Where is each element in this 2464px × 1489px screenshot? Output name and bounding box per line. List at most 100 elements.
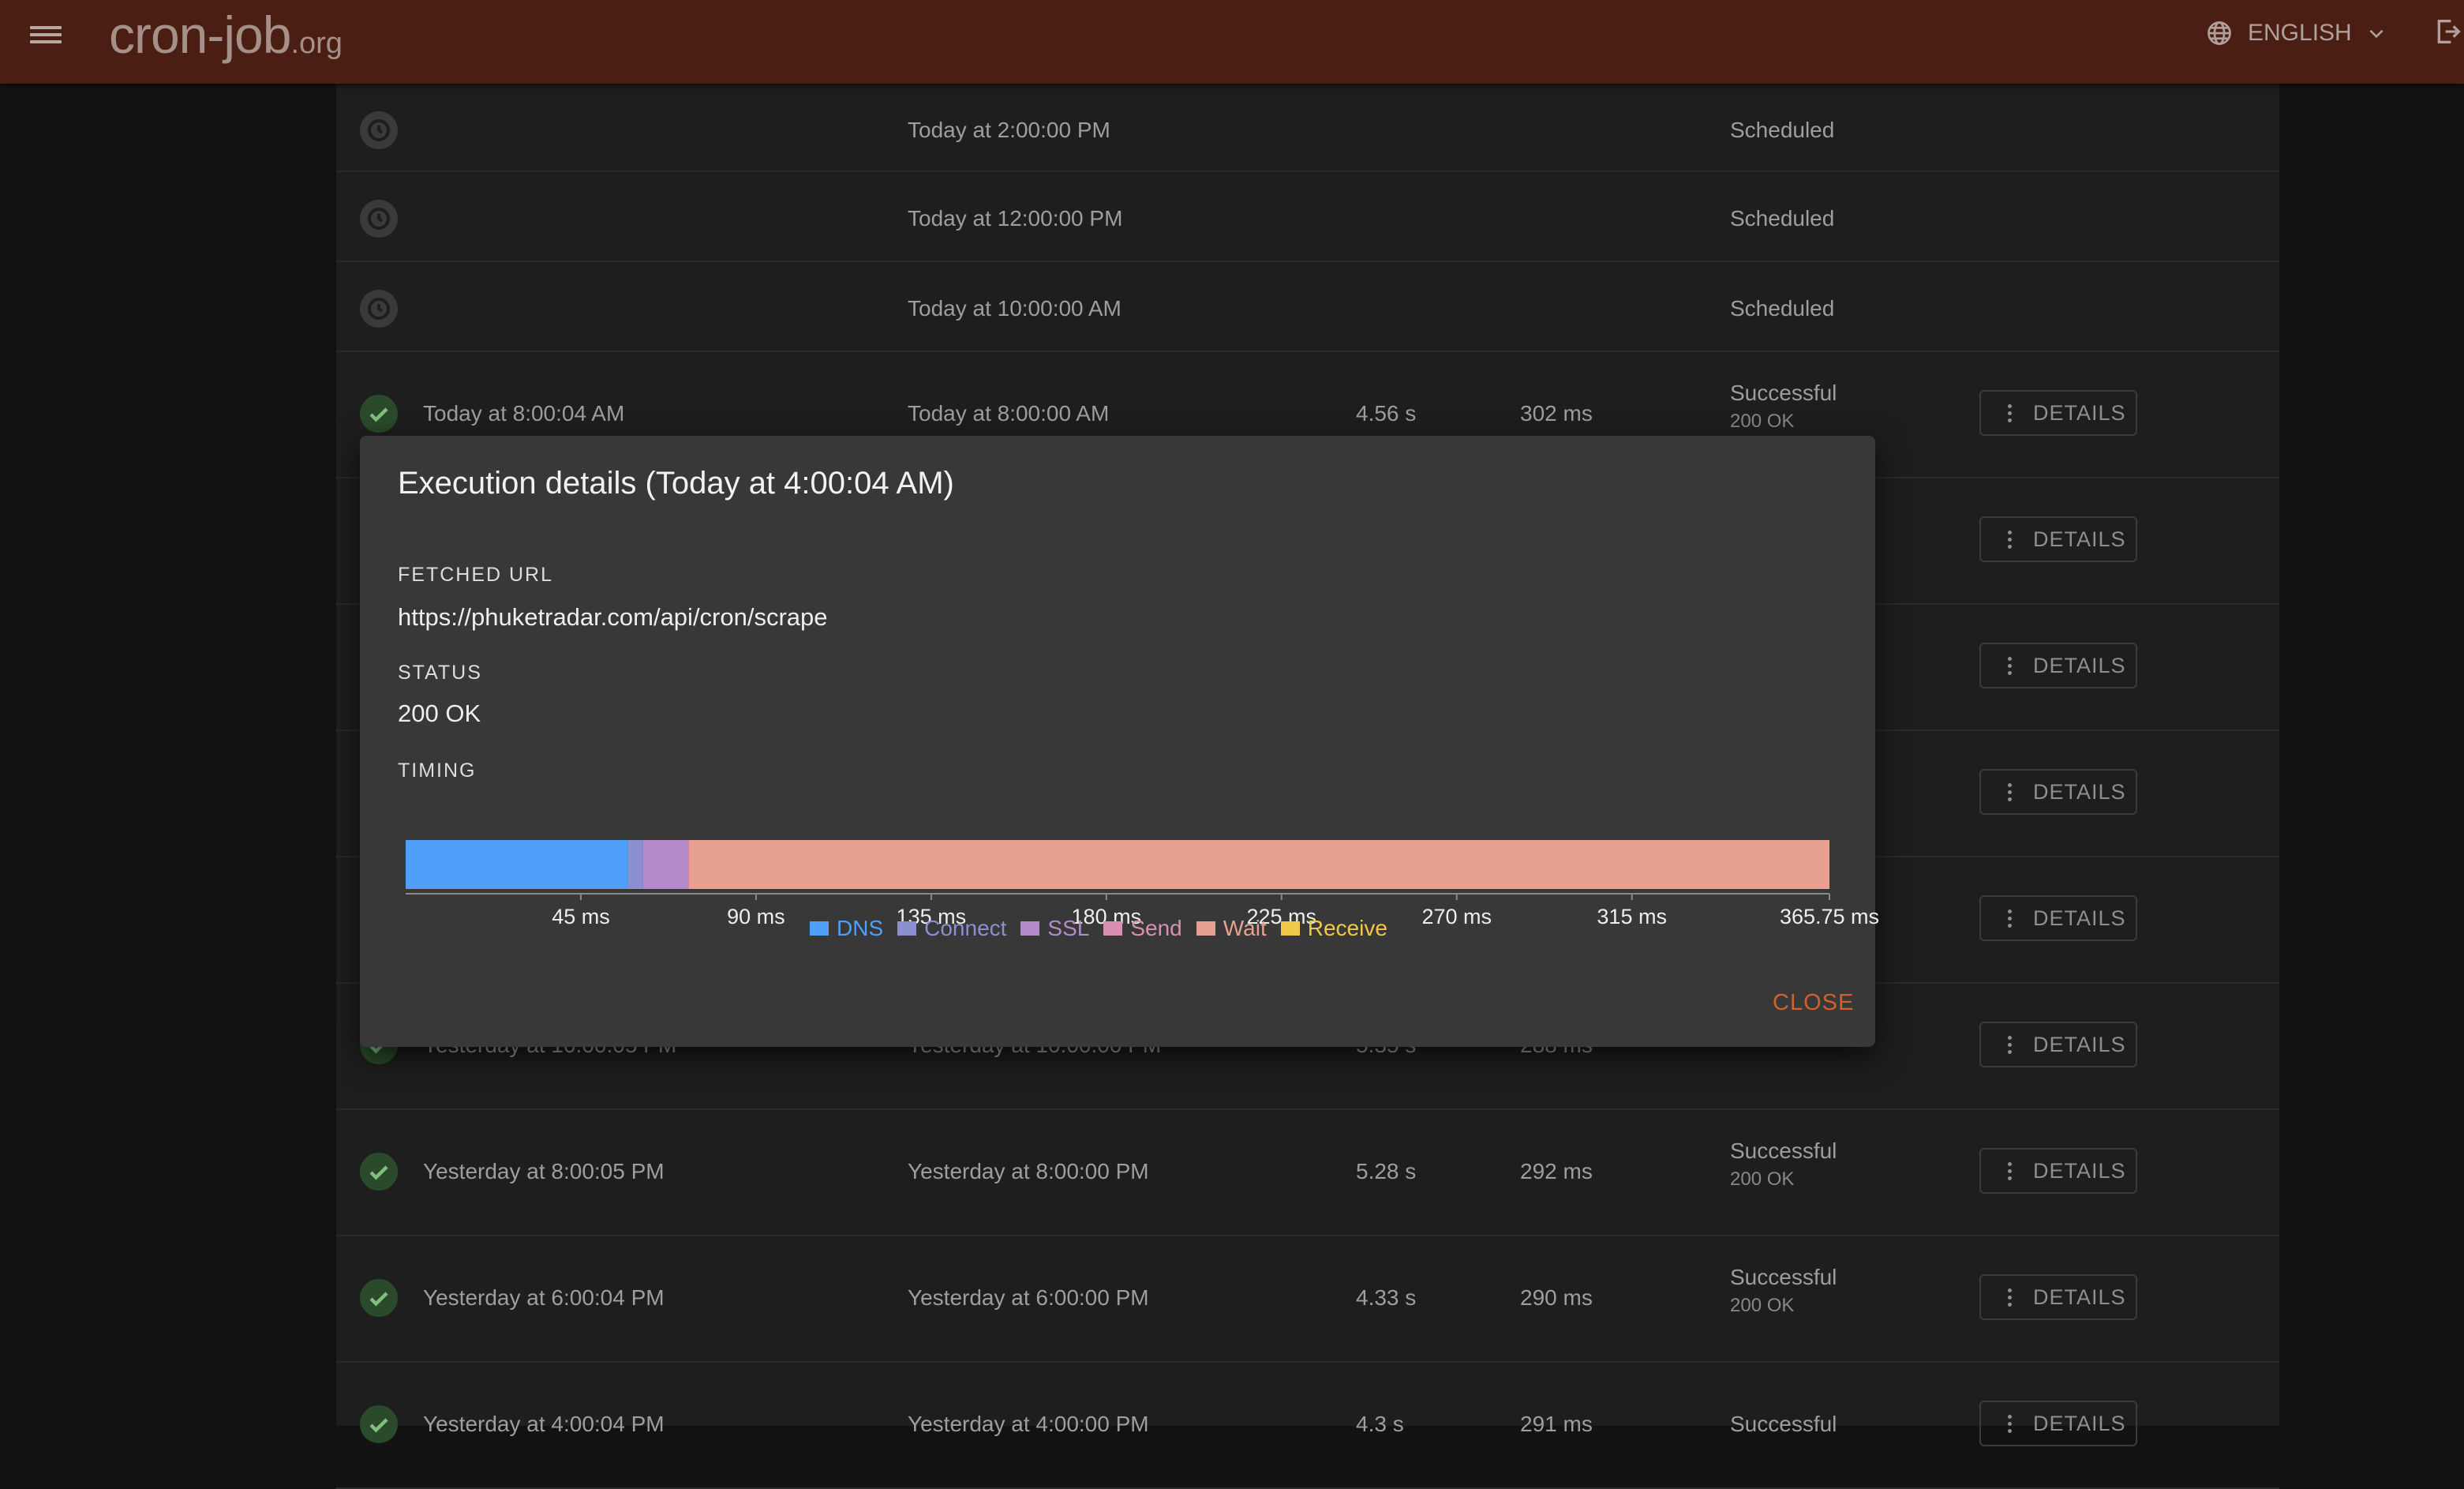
planned-time-cell: Today at 2:00:00 PM bbox=[908, 118, 1110, 142]
details-button[interactable]: DETAILS bbox=[1979, 1022, 2137, 1067]
legend-item-wait[interactable]: Wait bbox=[1196, 916, 1267, 941]
more-vert-icon bbox=[1998, 403, 2020, 424]
latency-cell: 302 ms bbox=[1520, 401, 1593, 426]
timing-tick-label: 270 ms bbox=[1421, 905, 1492, 928]
chevron-down-icon bbox=[2369, 29, 2383, 39]
details-button[interactable]: DETAILS bbox=[1979, 895, 2137, 941]
status-cell: Scheduled bbox=[1730, 118, 1834, 148]
more-vert-icon bbox=[1998, 529, 2020, 550]
legend-item-connect[interactable]: Connect bbox=[897, 916, 1006, 941]
top-app-bar: cron-job.org ENGLISH bbox=[0, 0, 2464, 84]
legend-label: SSL bbox=[1047, 916, 1090, 940]
legend-item-ssl[interactable]: SSL bbox=[1020, 916, 1089, 941]
logo-main: cron-job bbox=[109, 6, 291, 64]
legend-label: Receive bbox=[1307, 916, 1387, 940]
timing-chart: 45 ms 90 ms 135 ms 180 ms 225 ms 270 ms 315 ms… bbox=[406, 840, 1879, 928]
legend-label: Send bbox=[1130, 916, 1182, 940]
logout-icon[interactable] bbox=[2432, 16, 2464, 47]
timing-tick-label: 315 ms bbox=[1597, 905, 1667, 928]
table-row: Yesterday at 8:00:05 PM Yesterday at 8:00… bbox=[336, 1108, 2279, 1236]
details-button[interactable]: DETAILS bbox=[1979, 769, 2137, 815]
duration-cell: 4.56 s bbox=[1356, 401, 1417, 426]
planned-time-cell: Yesterday at 4:00:00 PM bbox=[908, 1412, 1149, 1436]
fetched-url-label: FETCHED URL bbox=[398, 564, 554, 586]
status-text: Scheduled bbox=[1730, 296, 1835, 321]
legend-swatch bbox=[897, 921, 917, 936]
legend-item-send[interactable]: Send bbox=[1103, 916, 1182, 941]
timing-tick-label: 365.75 ms bbox=[1780, 905, 1879, 928]
details-label: DETAILS bbox=[2033, 400, 2126, 425]
execution-details-dialog: Execution details (Today at 4:00:04 AM) … bbox=[360, 436, 1879, 1047]
details-button[interactable]: DETAILS bbox=[1979, 390, 2137, 436]
dialog-title: Execution details (Today at 4:00:04 AM) bbox=[398, 466, 954, 501]
actual-time-cell: Yesterday at 6:00:04 PM bbox=[423, 1285, 665, 1310]
timing-tick-label: 90 ms bbox=[727, 905, 785, 928]
language-selector[interactable]: ENGLISH bbox=[2205, 16, 2387, 51]
details-label: DETAILS bbox=[2033, 906, 2126, 930]
details-label: DETAILS bbox=[2033, 653, 2126, 677]
details-button[interactable]: DETAILS bbox=[1979, 1148, 2137, 1194]
legend-swatch bbox=[810, 921, 829, 936]
logo-tld: .org bbox=[290, 27, 343, 60]
timing-legend: DNS Connect SSL Send Wait Receive bbox=[810, 916, 1402, 941]
status-text: Scheduled bbox=[1730, 206, 1835, 231]
timing-bar-send bbox=[687, 840, 689, 889]
clock-icon bbox=[360, 290, 398, 328]
http-status-text: 200 OK bbox=[1730, 1295, 1795, 1316]
status-cell: Scheduled bbox=[1730, 206, 1834, 236]
check-icon bbox=[360, 395, 398, 433]
details-button[interactable]: DETAILS bbox=[1979, 1274, 2137, 1320]
check-icon bbox=[360, 1279, 398, 1317]
more-vert-icon bbox=[1998, 1287, 2020, 1308]
legend-swatch bbox=[1103, 921, 1123, 936]
legend-swatch bbox=[1196, 921, 1215, 936]
status-cell: Scheduled bbox=[1730, 296, 1834, 326]
status-text: Successful bbox=[1730, 381, 1837, 405]
status-cell: Successful 200 OK bbox=[1730, 1138, 1837, 1191]
planned-time-cell: Today at 8:00:00 AM bbox=[908, 401, 1110, 426]
check-icon bbox=[360, 1405, 398, 1443]
status-cell: Successful 200 OK bbox=[1730, 381, 1837, 433]
menu-icon[interactable] bbox=[30, 22, 62, 47]
table-row: Today at 12:00:00 PM Scheduled bbox=[336, 171, 2279, 262]
status-text: Successful bbox=[1730, 1265, 1837, 1289]
table-row: Today at 2:00:00 PM Scheduled bbox=[336, 84, 2279, 172]
legend-item-receive[interactable]: Receive bbox=[1280, 916, 1387, 941]
latency-cell: 291 ms bbox=[1520, 1412, 1593, 1436]
legend-label: Connect bbox=[924, 916, 1007, 940]
legend-swatch bbox=[1280, 921, 1300, 936]
details-label: DETAILS bbox=[2033, 1411, 2126, 1435]
more-vert-icon bbox=[1998, 1161, 2020, 1182]
table-row: Today at 10:00:00 AM Scheduled bbox=[336, 261, 2279, 352]
timing-bar-wait bbox=[688, 840, 1829, 889]
more-vert-icon bbox=[1998, 655, 2020, 677]
table-row: Yesterday at 6:00:04 PM Yesterday at 6:00… bbox=[336, 1235, 2279, 1363]
latency-cell: 292 ms bbox=[1520, 1159, 1593, 1183]
table-row: Yesterday at 4:00:04 PM Yesterday at 4:00… bbox=[336, 1361, 2279, 1489]
status-text: Successful bbox=[1730, 1412, 1837, 1436]
planned-time-cell: Today at 12:00:00 PM bbox=[908, 206, 1123, 231]
details-button[interactable]: DETAILS bbox=[1979, 643, 2137, 688]
http-status-text: 200 OK bbox=[1730, 411, 1795, 432]
close-button[interactable]: CLOSE bbox=[1773, 990, 1854, 1016]
timing-bar-ssl bbox=[642, 840, 688, 889]
more-vert-icon bbox=[1998, 908, 2020, 929]
timing-label: TIMING bbox=[398, 760, 477, 782]
details-button[interactable]: DETAILS bbox=[1979, 516, 2137, 562]
planned-time-cell: Yesterday at 8:00:00 PM bbox=[908, 1159, 1149, 1183]
duration-cell: 4.33 s bbox=[1356, 1285, 1417, 1310]
legend-item-dns[interactable]: DNS bbox=[810, 916, 883, 941]
fetched-url-value: https://phuketradar.com/api/cron/scrape bbox=[398, 603, 828, 631]
status-value: 200 OK bbox=[398, 699, 481, 727]
legend-label: Wait bbox=[1223, 916, 1267, 940]
status-label: STATUS bbox=[398, 662, 482, 684]
clock-icon bbox=[360, 111, 398, 149]
timing-tick-label: 45 ms bbox=[552, 905, 610, 928]
logo[interactable]: cron-job.org bbox=[109, 5, 343, 65]
status-text: Successful bbox=[1730, 1138, 1837, 1163]
details-button[interactable]: DETAILS bbox=[1979, 1401, 2137, 1446]
globe-icon bbox=[2207, 21, 2231, 45]
more-vert-icon bbox=[1998, 782, 2020, 803]
planned-time-cell: Yesterday at 6:00:00 PM bbox=[908, 1285, 1149, 1310]
check-icon bbox=[360, 1153, 398, 1191]
